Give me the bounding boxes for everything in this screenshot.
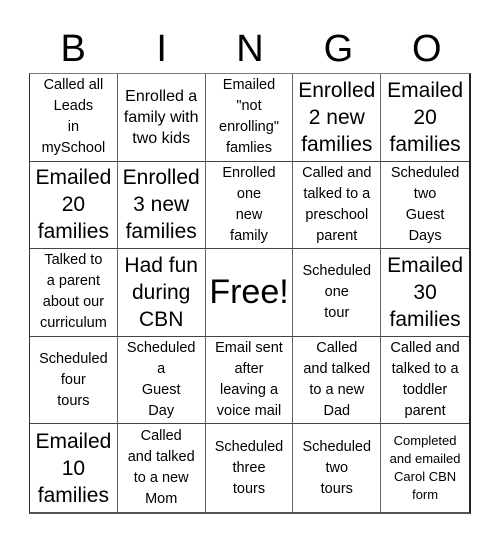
bingo-cell-text: Scheduled two Guest Days: [390, 164, 460, 244]
bingo-cell-text: Emailed 10 families: [35, 429, 112, 507]
bingo-cell[interactable]: Enrolled one new family: [205, 161, 294, 250]
bingo-cell[interactable]: Scheduled a Guest Day: [117, 336, 206, 425]
header-letter-i: I: [156, 28, 167, 70]
bingo-cell-free[interactable]: Free!: [205, 249, 294, 337]
bingo-cell-text: Emailed 30 families: [387, 253, 464, 331]
bingo-cell[interactable]: Enrolled 2 new families: [293, 74, 382, 162]
bingo-cell-text: Called and talked to a new Mom: [127, 428, 195, 508]
bingo-cell[interactable]: Emailed "not enrolling" famlies: [205, 74, 294, 162]
bingo-cell-text: Free!: [209, 273, 289, 312]
bingo-cell[interactable]: Called and talked to a new Dad: [293, 336, 382, 425]
bingo-cell[interactable]: Called and talked to a preschool parent: [293, 161, 382, 250]
bingo-cell[interactable]: Completed and emailed Carol CBN form: [381, 424, 469, 512]
bingo-cell-text: Talked to a parent about our curriculum: [39, 252, 107, 332]
bingo-cell[interactable]: Scheduled three tours: [206, 424, 294, 512]
header-letter-n: N: [236, 28, 264, 70]
bingo-cell-text: Called and talked to a toddler parent: [390, 340, 460, 420]
bingo-cell-text: Completed and emailed Carol CBN form: [389, 433, 461, 503]
header-letter-b: B: [60, 28, 86, 70]
bingo-cell-text: Had fun during CBN: [124, 253, 198, 331]
bingo-cell[interactable]: Called and talked to a new Mom: [118, 424, 206, 512]
bingo-cell[interactable]: Called all Leads in mySchool: [30, 74, 118, 162]
bingo-cell[interactable]: Enrolled 3 new families: [117, 161, 206, 250]
bingo-cell[interactable]: Emailed 10 families: [30, 424, 118, 512]
bingo-header: B I N G O: [29, 26, 471, 72]
bingo-cell[interactable]: Had fun during CBN: [117, 249, 206, 337]
bingo-cell[interactable]: Emailed 20 families: [30, 161, 118, 250]
bingo-cell[interactable]: Enrolled a family with two kids: [117, 74, 206, 162]
bingo-cell-text: Scheduled two tours: [302, 438, 372, 497]
bingo-cell-text: Enrolled a family with two kids: [123, 87, 199, 147]
header-letter-g: G: [323, 28, 354, 70]
bingo-cell[interactable]: Emailed 20 families: [381, 74, 469, 162]
bingo-cell-text: Enrolled 3 new families: [122, 166, 200, 244]
bingo-cell-text: Called and talked to a new Dad: [303, 340, 371, 420]
bingo-cell-text: Emailed 20 families: [387, 78, 464, 156]
bingo-cell[interactable]: Talked to a parent about our curriculum: [30, 249, 118, 337]
bingo-cell-text: Enrolled 2 new families: [298, 78, 376, 156]
bingo-cell-text: Called all Leads in mySchool: [41, 77, 106, 157]
bingo-cell[interactable]: Email sent after leaving a voice mail: [205, 336, 294, 425]
bingo-cell-text: Email sent after leaving a voice mail: [215, 340, 283, 420]
bingo-cell-text: Emailed "not enrolling" famlies: [219, 77, 279, 157]
bingo-grid: Called all Leads in mySchool Enrolled a f…: [29, 73, 471, 514]
bingo-cell-text: Called and talked to a preschool parent: [302, 164, 372, 244]
bingo-cell-text: Scheduled three tours: [214, 438, 284, 497]
bingo-cell-text: Scheduled four tours: [39, 350, 108, 409]
bingo-cell-text: Scheduled a Guest Day: [126, 340, 196, 420]
bingo-cell[interactable]: Emailed 30 families: [381, 249, 469, 337]
bingo-cell[interactable]: Scheduled two Guest Days: [381, 162, 469, 250]
bingo-cell[interactable]: Scheduled one tour: [293, 249, 382, 337]
bingo-cell-text: Scheduled one tour: [302, 262, 372, 321]
bingo-cell-text: Enrolled one new family: [222, 164, 276, 244]
bingo-cell[interactable]: Scheduled two tours: [293, 424, 382, 512]
bingo-cell-text: Emailed 20 families: [35, 166, 112, 244]
bingo-cell[interactable]: Scheduled four tours: [30, 336, 118, 425]
header-letter-o: O: [412, 28, 442, 70]
bingo-cell[interactable]: Called and talked to a toddler parent: [381, 337, 469, 425]
